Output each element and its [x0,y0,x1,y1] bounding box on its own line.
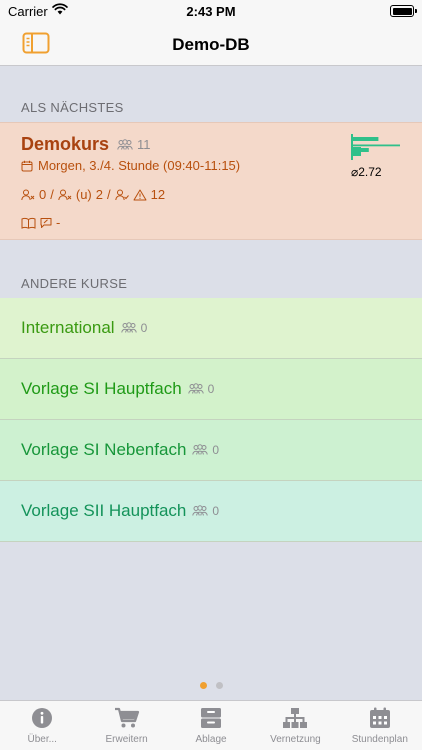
schedule-row: Morgen, 3./4. Stunde (09:40-11:15) [21,158,240,173]
warning-icon [133,189,147,200]
course-count-value: 0 [207,382,215,396]
people-icon [117,138,133,150]
homework-value: - [56,215,61,230]
course-count-value: 0 [212,504,220,518]
course-student-count: 0 [192,443,219,457]
average-grade: ⌀2.72 [351,165,382,179]
page-dot-1[interactable] [199,682,207,689]
course-row-vorlage-sii-hauptfach[interactable]: Vorlage SII Hauptfach 0 [0,481,422,542]
grade-bar-2 [352,144,400,147]
course-row-international[interactable]: International 0 [0,298,422,359]
student-count: 11 [117,137,151,152]
stats-separator-2: / [106,187,111,202]
tab-bar: Über... Erweitern Ablage Vernetzung Stun… [0,700,422,750]
tab-label: Über... [27,734,57,745]
people-icon [120,322,137,333]
page-title: Demo-DB [172,35,250,54]
next-course-card[interactable]: Demokurs 11 Morgen, 3./4. Stunde (09:40-… [0,122,422,240]
stats-separator-1: / [50,187,54,202]
course-student-count: 0 [187,382,215,396]
section-header-other: ANDERE KURSE [21,276,128,291]
person-check-icon [114,189,129,200]
tab-timetable[interactable]: Stundenplan [338,701,422,750]
people-icon [192,444,209,455]
note-icon [40,217,52,228]
section-header-next: ALS NÄCHSTES [21,100,124,115]
tab-about[interactable]: Über... [0,701,84,750]
calendar-icon [21,160,33,171]
next-course-name: Demokurs [21,134,110,154]
course-count-value: 0 [140,321,148,335]
status-bar: Carrier 2:43 PM [0,0,422,24]
tab-extend[interactable]: Erweitern [84,701,168,750]
tab-label: Ablage [195,734,227,745]
absent-excused-person-icon [58,189,72,200]
absent-excused-count: 2 [95,187,103,202]
course-count-value: 0 [212,443,220,457]
tab-network[interactable]: Vernetzung [253,701,337,750]
clock: 2:43 PM [186,4,236,19]
calendar-icon [369,707,390,728]
cart-icon [114,707,139,728]
course-row-vorlage-si-nebenfach[interactable]: Vorlage SI Nebenfach 0 [0,420,422,481]
absent-count: 0 [39,187,47,202]
people-icon [187,383,204,394]
course-student-count: 0 [120,321,148,335]
schedule-text: Morgen, 3./4. Stunde (09:40-11:15) [38,158,241,173]
archive-icon [201,708,222,728]
grade-bar-1 [352,137,379,141]
course-name: Vorlage SI Hauptfach [21,379,182,398]
warning-count: 12 [150,187,166,202]
course-name: International [21,318,115,337]
network-icon [283,708,308,728]
grade-distribution-chart [351,134,400,160]
course-name: Vorlage SI Nebenfach [21,440,187,459]
people-icon [192,505,209,516]
course-row-vorlage-si-hauptfach[interactable]: Vorlage SI Hauptfach 0 [0,359,422,420]
navigation-bar: Demo-DB [0,24,422,66]
student-count-value: 11 [137,137,151,152]
average-grade-value: 2.72 [358,165,382,179]
grade-bar-block [352,147,361,156]
tab-archive[interactable]: Ablage [169,701,253,750]
battery-icon [390,5,417,17]
absent-person-icon [21,189,35,200]
tab-label: Stundenplan [351,734,408,745]
page-dot-2[interactable] [215,682,223,689]
page-indicator[interactable] [0,682,422,689]
course-student-count: 0 [192,504,219,518]
homework-row: - [21,215,60,230]
info-icon [32,708,53,728]
tab-label: Erweitern [105,734,148,745]
attendance-stats: 0 / (u) 2 / 12 [21,187,165,202]
excused-marker: (u) [75,187,92,202]
course-name: Vorlage SII Hauptfach [21,501,187,520]
book-icon [21,217,36,229]
tab-label: Vernetzung [270,734,321,745]
